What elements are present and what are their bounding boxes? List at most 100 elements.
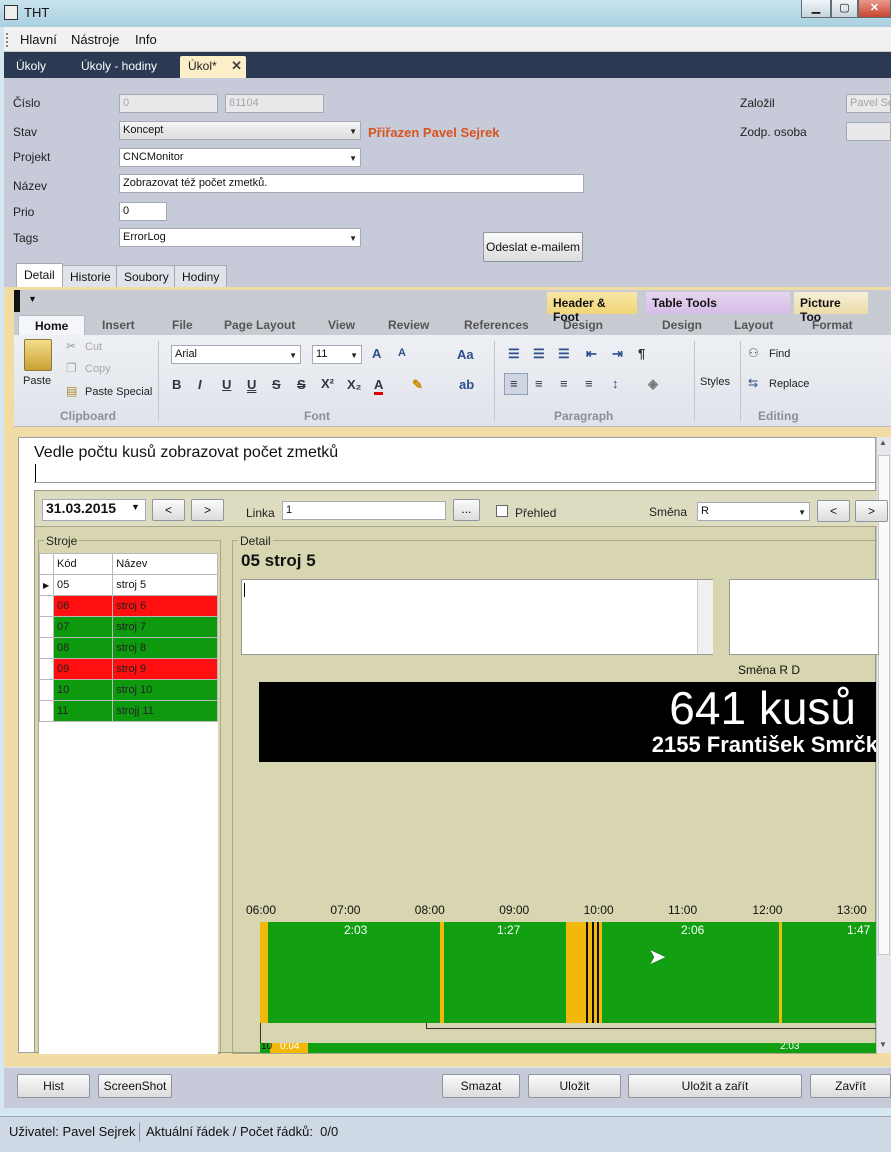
table-row[interactable]: 09 stroj 9 — [39, 658, 218, 680]
tab-ukoly-hodiny[interactable]: Úkoly - hodiny — [75, 57, 163, 75]
prev-date-button[interactable]: < — [152, 499, 185, 521]
cislo-field[interactable]: 0 — [119, 94, 218, 113]
paste-icon[interactable] — [24, 339, 52, 371]
projekt-select[interactable]: CNCMonitor — [119, 148, 361, 167]
table-row[interactable]: 11 strojj 11 — [39, 700, 218, 722]
shading-icon[interactable]: ◈ — [648, 376, 658, 392]
shrink-font-icon[interactable]: A — [398, 347, 406, 359]
paste-special-button[interactable]: Paste Special — [85, 386, 152, 398]
date-dropdown-icon[interactable]: ▼ — [131, 502, 140, 512]
table-row[interactable]: 08 stroj 8 — [39, 637, 218, 659]
tab-detail[interactable]: Detail — [16, 263, 63, 288]
clear-format-icon[interactable]: ab — [459, 377, 474, 392]
strikethrough-icon[interactable]: S — [272, 377, 281, 392]
screenshot-button[interactable]: ScreenShot — [98, 1074, 172, 1098]
tab-ukoly[interactable]: Úkoly — [10, 57, 52, 75]
smena-select[interactable]: R — [697, 502, 810, 521]
align-center-icon[interactable]: ≡ — [535, 376, 543, 391]
next-shift-button[interactable]: > — [855, 500, 888, 522]
zalozil-field[interactable]: Pavel Sej — [846, 94, 891, 113]
line-spacing-icon[interactable]: ↕ — [612, 376, 619, 391]
font-color-icon[interactable]: A — [374, 377, 384, 395]
find-button[interactable]: Find — [769, 348, 790, 360]
close-button[interactable]: ✕ — [858, 0, 891, 18]
align-right-icon[interactable]: ≡ — [560, 376, 568, 391]
linka-browse-button[interactable]: ... — [453, 499, 480, 521]
minimize-button[interactable]: ▁ — [801, 0, 831, 18]
menu-hlavni[interactable]: Hlavní — [20, 32, 57, 47]
tab-historie[interactable]: Historie — [62, 265, 119, 287]
tab-soubory[interactable]: Soubory — [116, 265, 177, 287]
notes-scrollbar[interactable] — [697, 580, 713, 654]
side-textarea[interactable] — [729, 579, 879, 655]
font-name-select[interactable]: Arial — [171, 345, 301, 364]
tab-ukol[interactable]: Úkol* ✕ — [180, 56, 246, 78]
prev-shift-button[interactable]: < — [817, 500, 850, 522]
table-row[interactable]: 10 stroj 10 — [39, 679, 218, 701]
ribbon-tab-review[interactable]: Review — [388, 318, 429, 332]
nazev-field[interactable]: Zobrazovat též počet zmetků. — [119, 174, 584, 193]
subscript-icon[interactable]: X₂ — [347, 377, 361, 392]
tab-hodiny[interactable]: Hodiny — [174, 265, 228, 287]
ribbon-tab-view[interactable]: View — [328, 318, 355, 332]
prio-field[interactable]: 0 — [119, 202, 167, 221]
maximize-button[interactable]: ▢ — [831, 0, 858, 18]
decrease-indent-icon[interactable]: ⇤ — [586, 346, 597, 362]
font-size-select[interactable]: 11 — [312, 345, 362, 364]
notes-textarea[interactable] — [241, 579, 713, 655]
justify-icon[interactable]: ≡ — [585, 376, 593, 391]
next-date-button[interactable]: > — [191, 499, 224, 521]
styles-button[interactable]: Styles — [700, 376, 730, 388]
grow-font-icon[interactable]: A — [372, 346, 381, 361]
close-tab-icon[interactable]: ✕ — [231, 58, 242, 74]
ribbon-tab-layout[interactable]: Layout — [734, 318, 773, 332]
ribbon-tab-references[interactable]: References — [464, 318, 529, 332]
change-case-icon[interactable]: Aa — [457, 347, 474, 362]
pilcrow-icon[interactable]: ¶ — [638, 346, 645, 361]
increase-indent-icon[interactable]: ⇥ — [612, 346, 623, 362]
table-row[interactable]: ▶ 05 stroj 5 — [39, 574, 218, 596]
cislo-id-field[interactable]: 81104 — [225, 94, 324, 113]
double-strikethrough-icon[interactable]: S — [297, 377, 306, 392]
stav-select[interactable]: Koncept — [119, 121, 361, 140]
underline-icon[interactable]: U — [222, 377, 231, 392]
scroll-thumb[interactable] — [878, 455, 890, 955]
highlight-icon[interactable]: ✎ — [412, 377, 423, 393]
menu-info[interactable]: Info — [135, 32, 157, 47]
ribbon-tab-design-hf[interactable]: Design — [563, 318, 603, 332]
menu-nastroje[interactable]: Nástroje — [71, 32, 119, 47]
italic-icon[interactable]: I — [198, 377, 202, 392]
editor-scrollbar[interactable]: ▲ ▼ — [876, 437, 891, 1053]
ribbon-tab-insert[interactable]: Insert — [102, 318, 135, 332]
table-row[interactable]: 07 stroj 7 — [39, 616, 218, 638]
ribbon-tab-page-layout[interactable]: Page Layout — [224, 318, 295, 332]
ribbon-tab-design-table[interactable]: Design — [662, 318, 702, 332]
numbering-icon[interactable]: ☰ — [533, 346, 545, 362]
ulozit-button[interactable]: Uložit — [528, 1074, 621, 1098]
hist-button[interactable]: Hist — [17, 1074, 90, 1098]
replace-button[interactable]: Replace — [769, 378, 809, 390]
quick-access-dropdown-icon[interactable]: ▼ — [28, 294, 37, 304]
copy-button[interactable]: Copy — [85, 363, 111, 375]
ribbon-tab-format[interactable]: Format — [812, 318, 853, 332]
multilevel-list-icon[interactable]: ☰ — [558, 346, 570, 362]
superscript-icon[interactable]: X² — [321, 376, 334, 391]
tags-select[interactable]: ErrorLog — [119, 228, 361, 247]
prehled-checkbox[interactable] — [496, 505, 508, 517]
linka-field[interactable]: 1 — [282, 501, 446, 520]
scroll-down-icon[interactable]: ▼ — [879, 1040, 887, 1049]
bold-icon[interactable]: B — [172, 377, 181, 392]
cut-button[interactable]: Cut — [85, 341, 102, 353]
ribbon-tab-file[interactable]: File — [172, 318, 193, 332]
ulozit-zarit-button[interactable]: Uložit a zařít — [628, 1074, 802, 1098]
zavrit-button[interactable]: Zavřít — [810, 1074, 891, 1098]
send-email-button[interactable]: Odeslat e-mailem — [483, 232, 583, 262]
bullets-icon[interactable]: ☰ — [508, 346, 520, 362]
scroll-up-icon[interactable]: ▲ — [879, 438, 887, 447]
double-underline-icon[interactable]: U — [247, 377, 256, 392]
zodp-field[interactable] — [846, 122, 891, 141]
table-row[interactable]: 06 stroj 6 — [39, 595, 218, 617]
paste-button[interactable]: Paste — [23, 375, 51, 387]
smazat-button[interactable]: Smazat — [442, 1074, 520, 1098]
ribbon-tab-home[interactable]: Home — [18, 315, 86, 335]
